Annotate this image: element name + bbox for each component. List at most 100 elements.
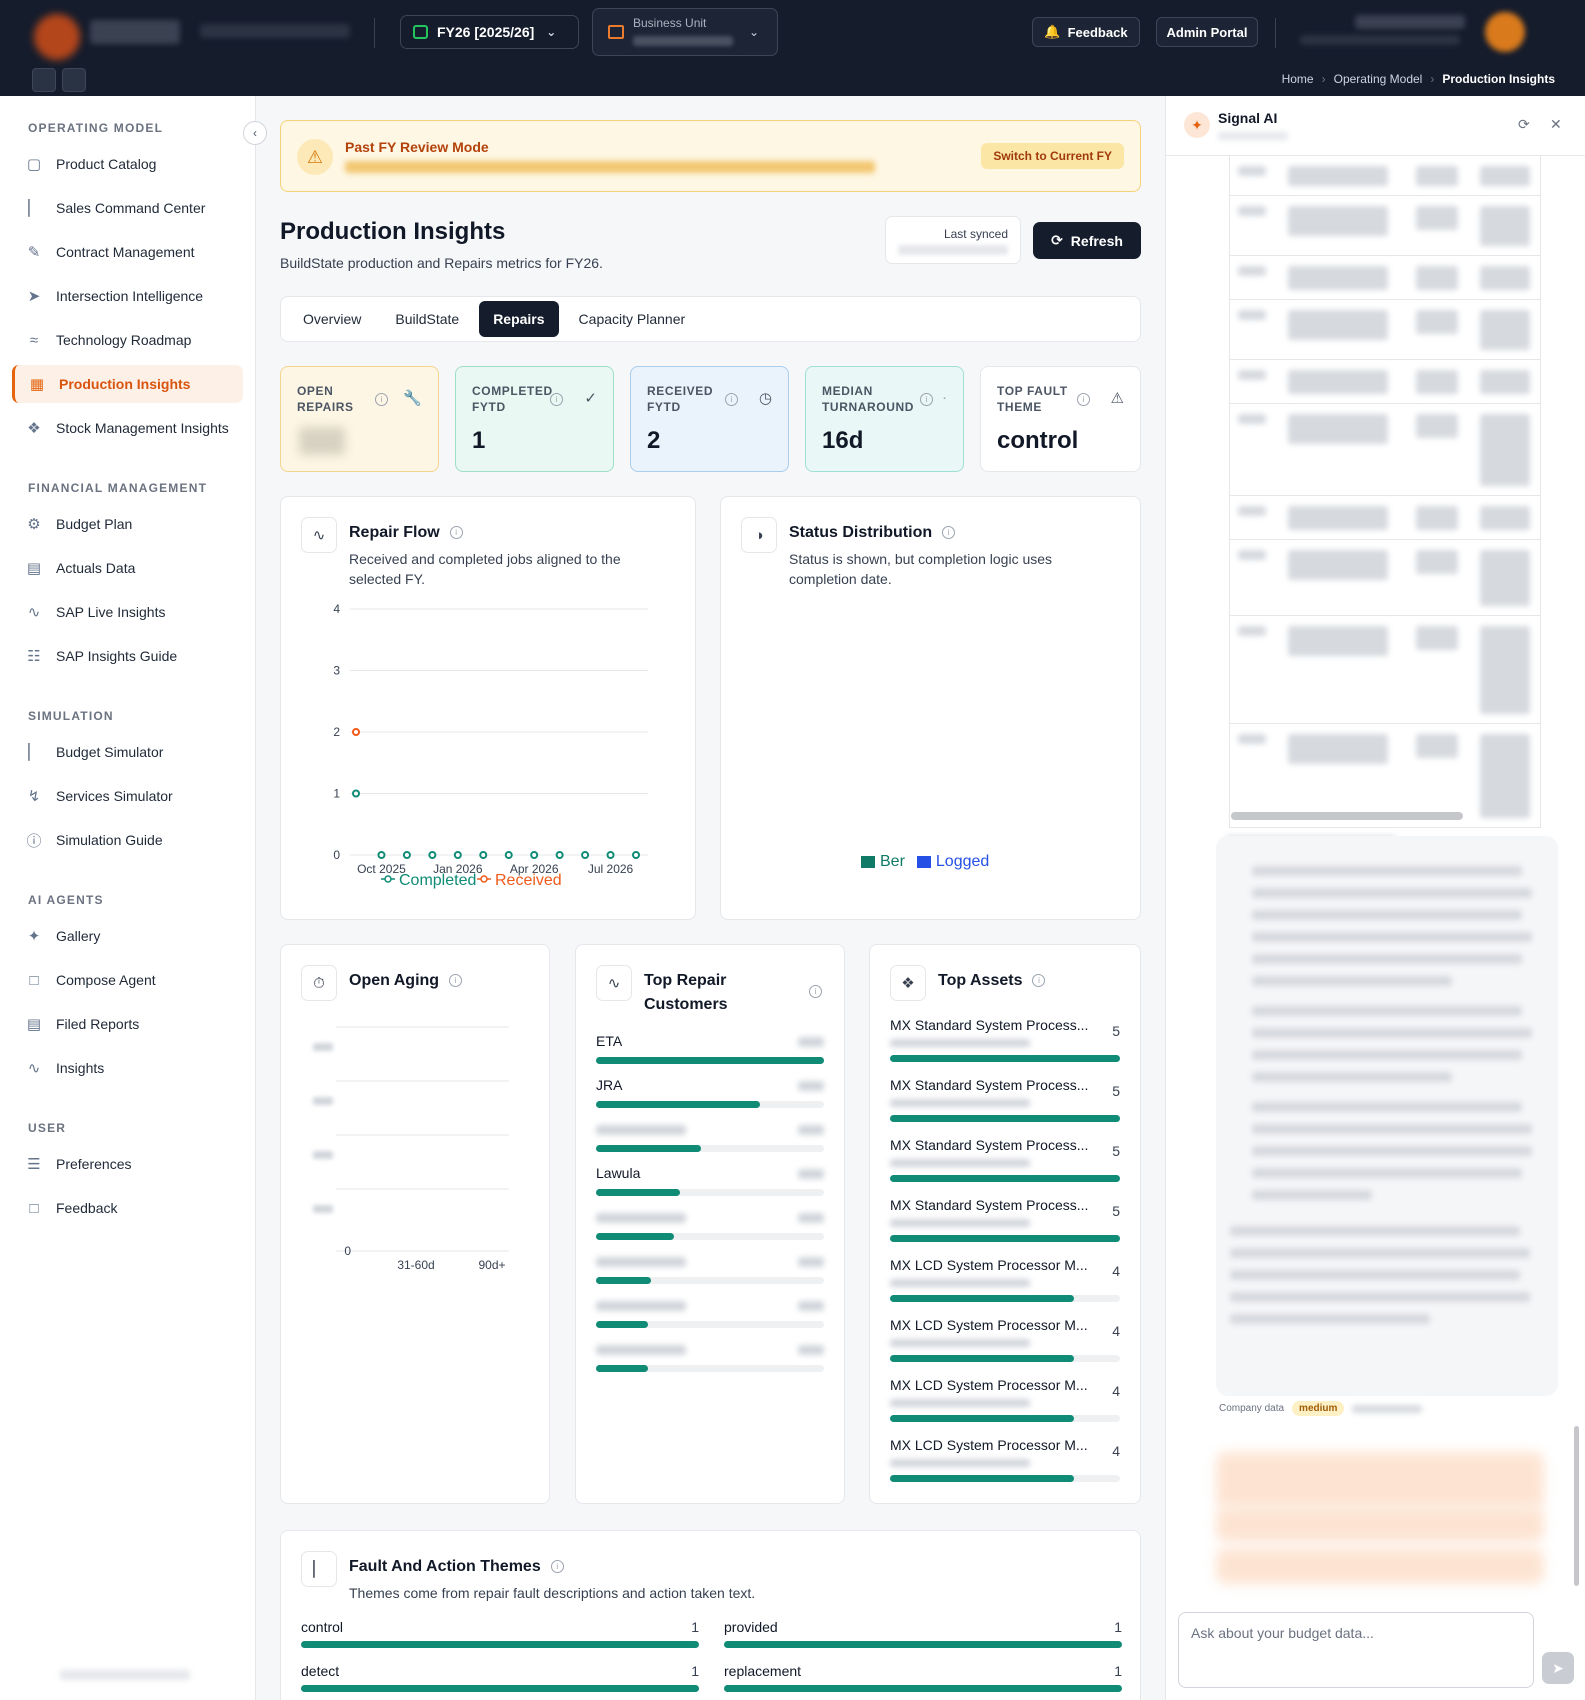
sidebar-item-feedback[interactable]: □ Feedback [12, 1189, 243, 1227]
legend-label[interactable]: Completed [399, 872, 476, 889]
customer-row[interactable] [596, 1297, 824, 1333]
tab-buildstate[interactable]: BuildState [381, 301, 473, 337]
theme-row[interactable]: provided 1 [724, 1619, 1122, 1649]
customer-row[interactable] [596, 1209, 824, 1245]
info-icon[interactable]: i [1032, 974, 1046, 988]
customer-row[interactable]: Lawula [596, 1165, 824, 1201]
admin-portal-button[interactable]: Admin Portal [1156, 17, 1258, 47]
data-point-completed[interactable] [581, 851, 590, 859]
customer-row[interactable] [596, 1121, 824, 1157]
customer-row[interactable]: JRA [596, 1077, 824, 1113]
data-point-completed[interactable] [555, 851, 564, 859]
asset-row[interactable]: MX LCD System Processor M... 4 [890, 1257, 1120, 1309]
data-point-completed[interactable] [428, 851, 437, 859]
sidebar-item-preferences[interactable]: ☰ Preferences [12, 1145, 243, 1183]
asset-row[interactable]: MX LCD System Processor M... 4 [890, 1437, 1120, 1489]
legend-item-ber[interactable]: Ber [861, 853, 905, 871]
data-point-received[interactable] [352, 728, 360, 736]
data-point-completed[interactable] [504, 851, 513, 859]
sidebar-item-production-insights[interactable]: ▦ Production Insights [12, 365, 243, 403]
refresh-button[interactable]: ⟳ Refresh [1033, 222, 1141, 259]
sidebar-item-simulation-guide[interactable]: ⓘ Simulation Guide [12, 821, 243, 859]
sidebar-item-stock-management-insights[interactable]: ❖ Stock Management Insights [12, 409, 243, 447]
feedback-button[interactable]: 🔔 Feedback [1032, 17, 1140, 47]
legend-label[interactable]: Received [495, 872, 562, 889]
sidebar-item-compose-agent[interactable]: □ Compose Agent [12, 961, 243, 999]
data-point-completed[interactable] [632, 851, 640, 859]
theme-row[interactable]: replacement 1 [724, 1663, 1122, 1693]
sidebar-item-contract-management[interactable]: ✎ Contract Management [12, 233, 243, 271]
tab-repairs[interactable]: Repairs [479, 301, 559, 337]
breadcrumb-home[interactable]: Home [1282, 72, 1314, 86]
data-point-completed[interactable] [352, 789, 360, 798]
info-icon[interactable]: i [809, 985, 822, 998]
chat-input[interactable]: Ask about your budget data... [1178, 1612, 1534, 1688]
menu-toggle-button[interactable] [32, 68, 56, 92]
theme-bar-track [724, 1641, 1122, 1648]
business-unit-selector[interactable]: Business Unit ⌄ [592, 8, 778, 56]
send-button[interactable]: ➤ [1542, 1652, 1574, 1684]
info-icon[interactable]: i [1077, 393, 1090, 406]
suggested-prompt[interactable] [1216, 1452, 1544, 1508]
asset-label: MX LCD System Processor M... [890, 1377, 1088, 1393]
asset-row[interactable]: MX Standard System Process... 5 [890, 1077, 1120, 1129]
sidebar-item-sap-live-insights[interactable]: ∿ SAP Live Insights [12, 593, 243, 631]
info-icon[interactable]: i [920, 393, 933, 406]
info-icon[interactable]: i [375, 393, 388, 406]
breadcrumb-operating-model[interactable]: Operating Model [1334, 72, 1423, 86]
nav-toggle-button[interactable] [62, 68, 86, 92]
customer-row[interactable] [596, 1341, 824, 1377]
sidebar-item-sap-insights-guide[interactable]: ☷ SAP Insights Guide [12, 637, 243, 675]
info-icon[interactable]: i [942, 526, 956, 540]
suggested-prompt[interactable] [1216, 1506, 1544, 1542]
asset-row[interactable]: MX LCD System Processor M... 4 [890, 1317, 1120, 1369]
info-icon[interactable]: i [550, 1560, 564, 1574]
panel-scrollbar[interactable] [1574, 1426, 1579, 1586]
sidebar-item-insights[interactable]: ∿ Insights [12, 1049, 243, 1087]
close-icon[interactable]: ✕ [1550, 116, 1562, 133]
avatar[interactable] [1485, 12, 1525, 52]
data-point-completed[interactable] [402, 851, 411, 859]
info-icon[interactable]: i [449, 974, 463, 988]
sidebar-item-services-simulator[interactable]: ↯ Services Simulator [12, 777, 243, 815]
collapse-sidebar-button[interactable]: ‹ [243, 121, 267, 145]
theme-row[interactable]: control 1 [301, 1619, 699, 1649]
brand-logo[interactable] [34, 14, 80, 60]
asset-row[interactable]: MX Standard System Process... 5 [890, 1137, 1120, 1189]
signal-ai-panel: ✦ Signal AI ⟳ ✕ Company data medium Ask … [1165, 96, 1585, 1700]
sidebar-item-label: Budget Simulator [56, 744, 164, 760]
sidebar-item-budget-simulator[interactable]: ▏ Budget Simulator [12, 733, 243, 771]
theme-row[interactable]: detect 1 [301, 1663, 699, 1693]
sidebar-item-gallery[interactable]: ✦ Gallery [12, 917, 243, 955]
switch-current-fy-button[interactable]: Switch to Current FY [981, 143, 1124, 169]
data-point-completed[interactable] [479, 851, 488, 859]
data-point-completed[interactable] [453, 851, 462, 859]
tab-capacity-planner[interactable]: Capacity Planner [565, 301, 700, 337]
suggested-prompt[interactable] [1216, 1548, 1544, 1584]
sidebar-item-budget-plan[interactable]: ⚙ Budget Plan [12, 505, 243, 543]
data-point-completed[interactable] [377, 851, 386, 859]
sidebar-item-product-catalog[interactable]: ▢ Product Catalog [12, 145, 243, 183]
table-scrollbar[interactable] [1231, 812, 1463, 820]
data-point-completed[interactable] [530, 851, 539, 859]
tab-overview[interactable]: Overview [289, 301, 375, 337]
table-cell [1416, 166, 1458, 186]
history-icon[interactable]: ⟳ [1518, 116, 1530, 133]
asset-row[interactable]: MX Standard System Process... 5 [890, 1197, 1120, 1249]
fiscal-year-selector[interactable]: FY26 [2025/26] ⌄ [400, 15, 579, 49]
asset-row[interactable]: MX LCD System Processor M... 4 [890, 1377, 1120, 1429]
info-icon[interactable]: i [725, 393, 738, 406]
info-icon[interactable]: i [449, 526, 463, 540]
sidebar-item-actuals-data[interactable]: ▤ Actuals Data [12, 549, 243, 587]
customer-row[interactable]: ETA [596, 1033, 824, 1069]
info-icon[interactable]: i [550, 393, 563, 406]
asset-row[interactable]: MX Standard System Process... 5 [890, 1017, 1120, 1069]
customer-row[interactable] [596, 1253, 824, 1289]
sidebar-item-sales-command-center[interactable]: ▏ Sales Command Center [12, 189, 243, 227]
sidebar-item-filed-reports[interactable]: ▤ Filed Reports [12, 1005, 243, 1043]
sidebar-item-intersection-intelligence[interactable]: ➤ Intersection Intelligence [12, 277, 243, 315]
sidebar-item-label: SAP Insights Guide [56, 648, 178, 664]
legend-item-logged[interactable]: Logged [916, 853, 989, 871]
data-point-completed[interactable] [606, 851, 615, 859]
sidebar-item-technology-roadmap[interactable]: ≈ Technology Roadmap [12, 321, 243, 359]
